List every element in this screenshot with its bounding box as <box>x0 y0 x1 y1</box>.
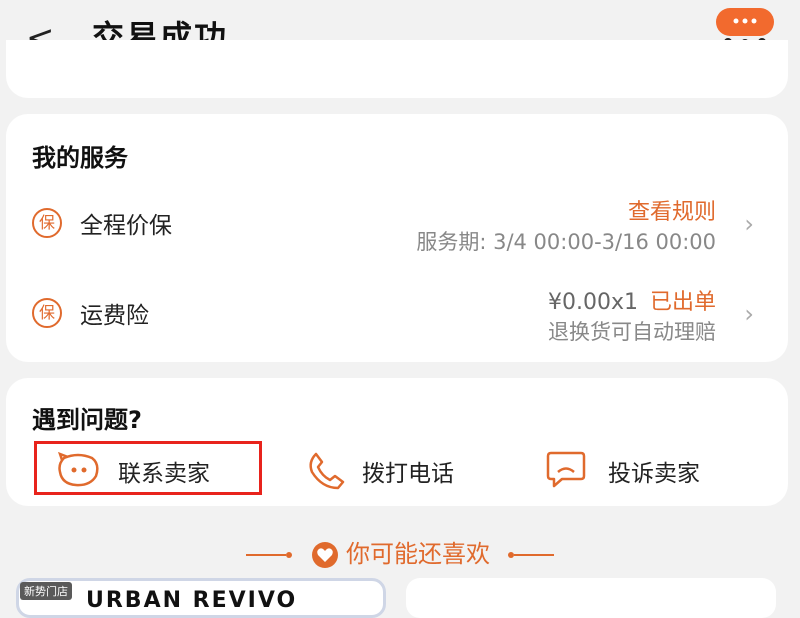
product-card[interactable] <box>406 578 776 618</box>
complain-seller-button[interactable]: 投诉卖家 <box>544 444 744 494</box>
product-tag: 新势门店 <box>20 582 72 600</box>
insurance-price: ¥0.00x1 <box>547 290 638 315</box>
service-row-shipping-insurance[interactable]: 保 运费险 ¥0.00x1 已出单 退换货可自动理赔 › <box>6 282 788 352</box>
recommend-heading: 你可能还喜欢 <box>0 534 800 569</box>
highlight-annotation <box>34 441 262 495</box>
my-services-card: 我的服务 保 全程价保 查看规则 服务期: 3/4 00:00-3/16 00:… <box>6 114 788 362</box>
complaint-icon <box>546 451 586 488</box>
protection-badge-icon: 保 <box>32 208 62 238</box>
chevron-right-icon: › <box>744 210 754 238</box>
service-period: 服务期: 3/4 00:00-3/16 00:00 <box>416 230 716 254</box>
divider-line <box>246 554 287 556</box>
product-brand: URBAN REVIVO <box>86 588 298 613</box>
insurance-detail: 退换货可自动理赔 <box>548 320 716 344</box>
service-row-price-protection[interactable]: 保 全程价保 查看规则 服务期: 3/4 00:00-3/16 00:00 › <box>6 192 788 262</box>
phone-icon <box>309 452 345 490</box>
call-phone-label: 拨打电话 <box>362 461 454 487</box>
insurance-status-text: 已出单 <box>649 290 716 315</box>
divider-dot <box>286 552 293 558</box>
service-name: 运费险 <box>80 303 149 329</box>
service-name: 全程价保 <box>80 213 172 239</box>
services-title: 我的服务 <box>32 144 128 172</box>
divider-line <box>513 554 554 556</box>
view-rules-link[interactable]: 查看规则 <box>628 194 716 226</box>
heart-icon <box>312 542 338 568</box>
problems-title: 遇到问题? <box>32 406 142 434</box>
recommend-title: 你可能还喜欢 <box>346 540 490 568</box>
chevron-right-icon: › <box>744 300 754 328</box>
complain-seller-label: 投诉卖家 <box>608 461 700 487</box>
insurance-status: ¥0.00x1 已出单 <box>548 284 716 316</box>
order-summary-card <box>6 40 788 98</box>
call-phone-button[interactable]: 拨打电话 <box>302 444 502 494</box>
protection-badge-icon: 保 <box>32 298 62 328</box>
